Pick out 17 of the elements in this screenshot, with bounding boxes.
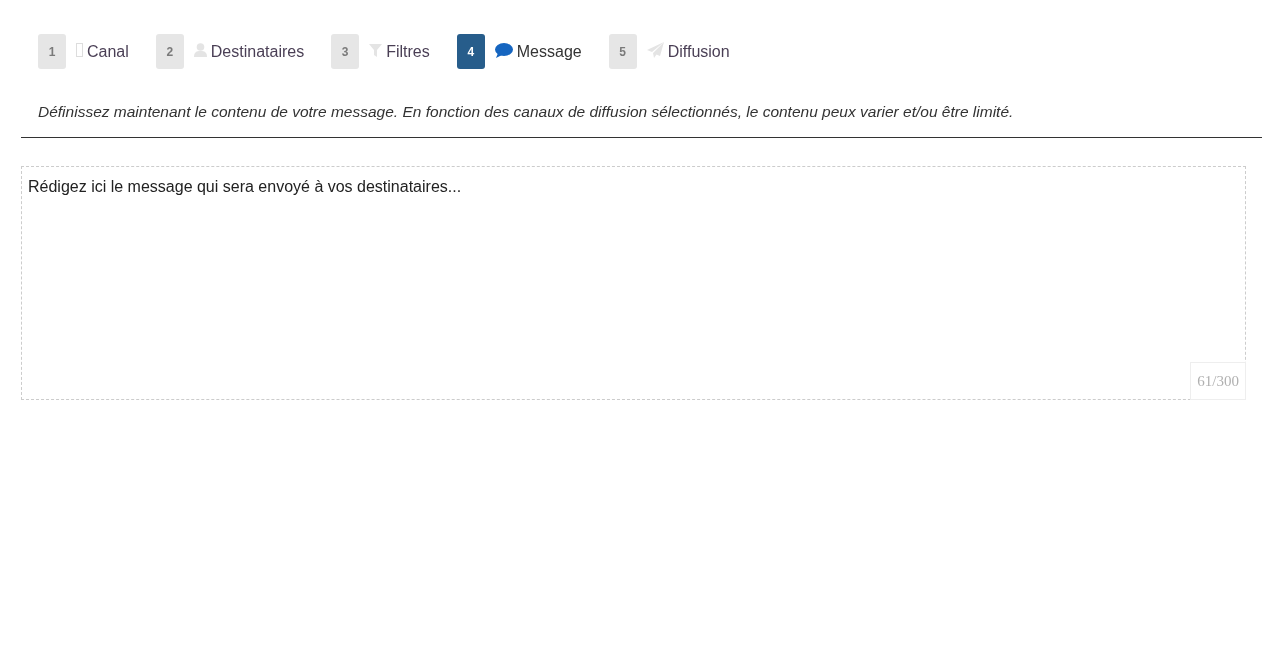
step-link[interactable]: Diffusion (667, 39, 730, 64)
empty-box-icon (76, 43, 83, 57)
step-number-badge: 3 (331, 34, 360, 69)
paper-plane-icon (646, 42, 664, 58)
filter-icon (369, 43, 383, 57)
step-number-badge: 2 (155, 34, 184, 69)
step-number-badge: 5 (608, 34, 637, 69)
step-link[interactable]: Destinataires (210, 39, 305, 64)
speech-bubble-icon (494, 42, 513, 58)
character-counter: 61/300 (1190, 362, 1246, 400)
intro-text: Définissez maintenant le contenu de votre message. En fonction des canaux de diffusion sélectionnés, le contenu peux varier et/ou être limité. (37, 102, 1015, 122)
step-link[interactable]: Filtres (386, 39, 430, 64)
step-number-badge: 1 (38, 34, 66, 69)
step-number-badge: 4 (456, 34, 485, 69)
step-link[interactable]: Canal (87, 39, 129, 64)
user-icon (193, 43, 207, 57)
step-link[interactable]: Message (516, 39, 582, 64)
